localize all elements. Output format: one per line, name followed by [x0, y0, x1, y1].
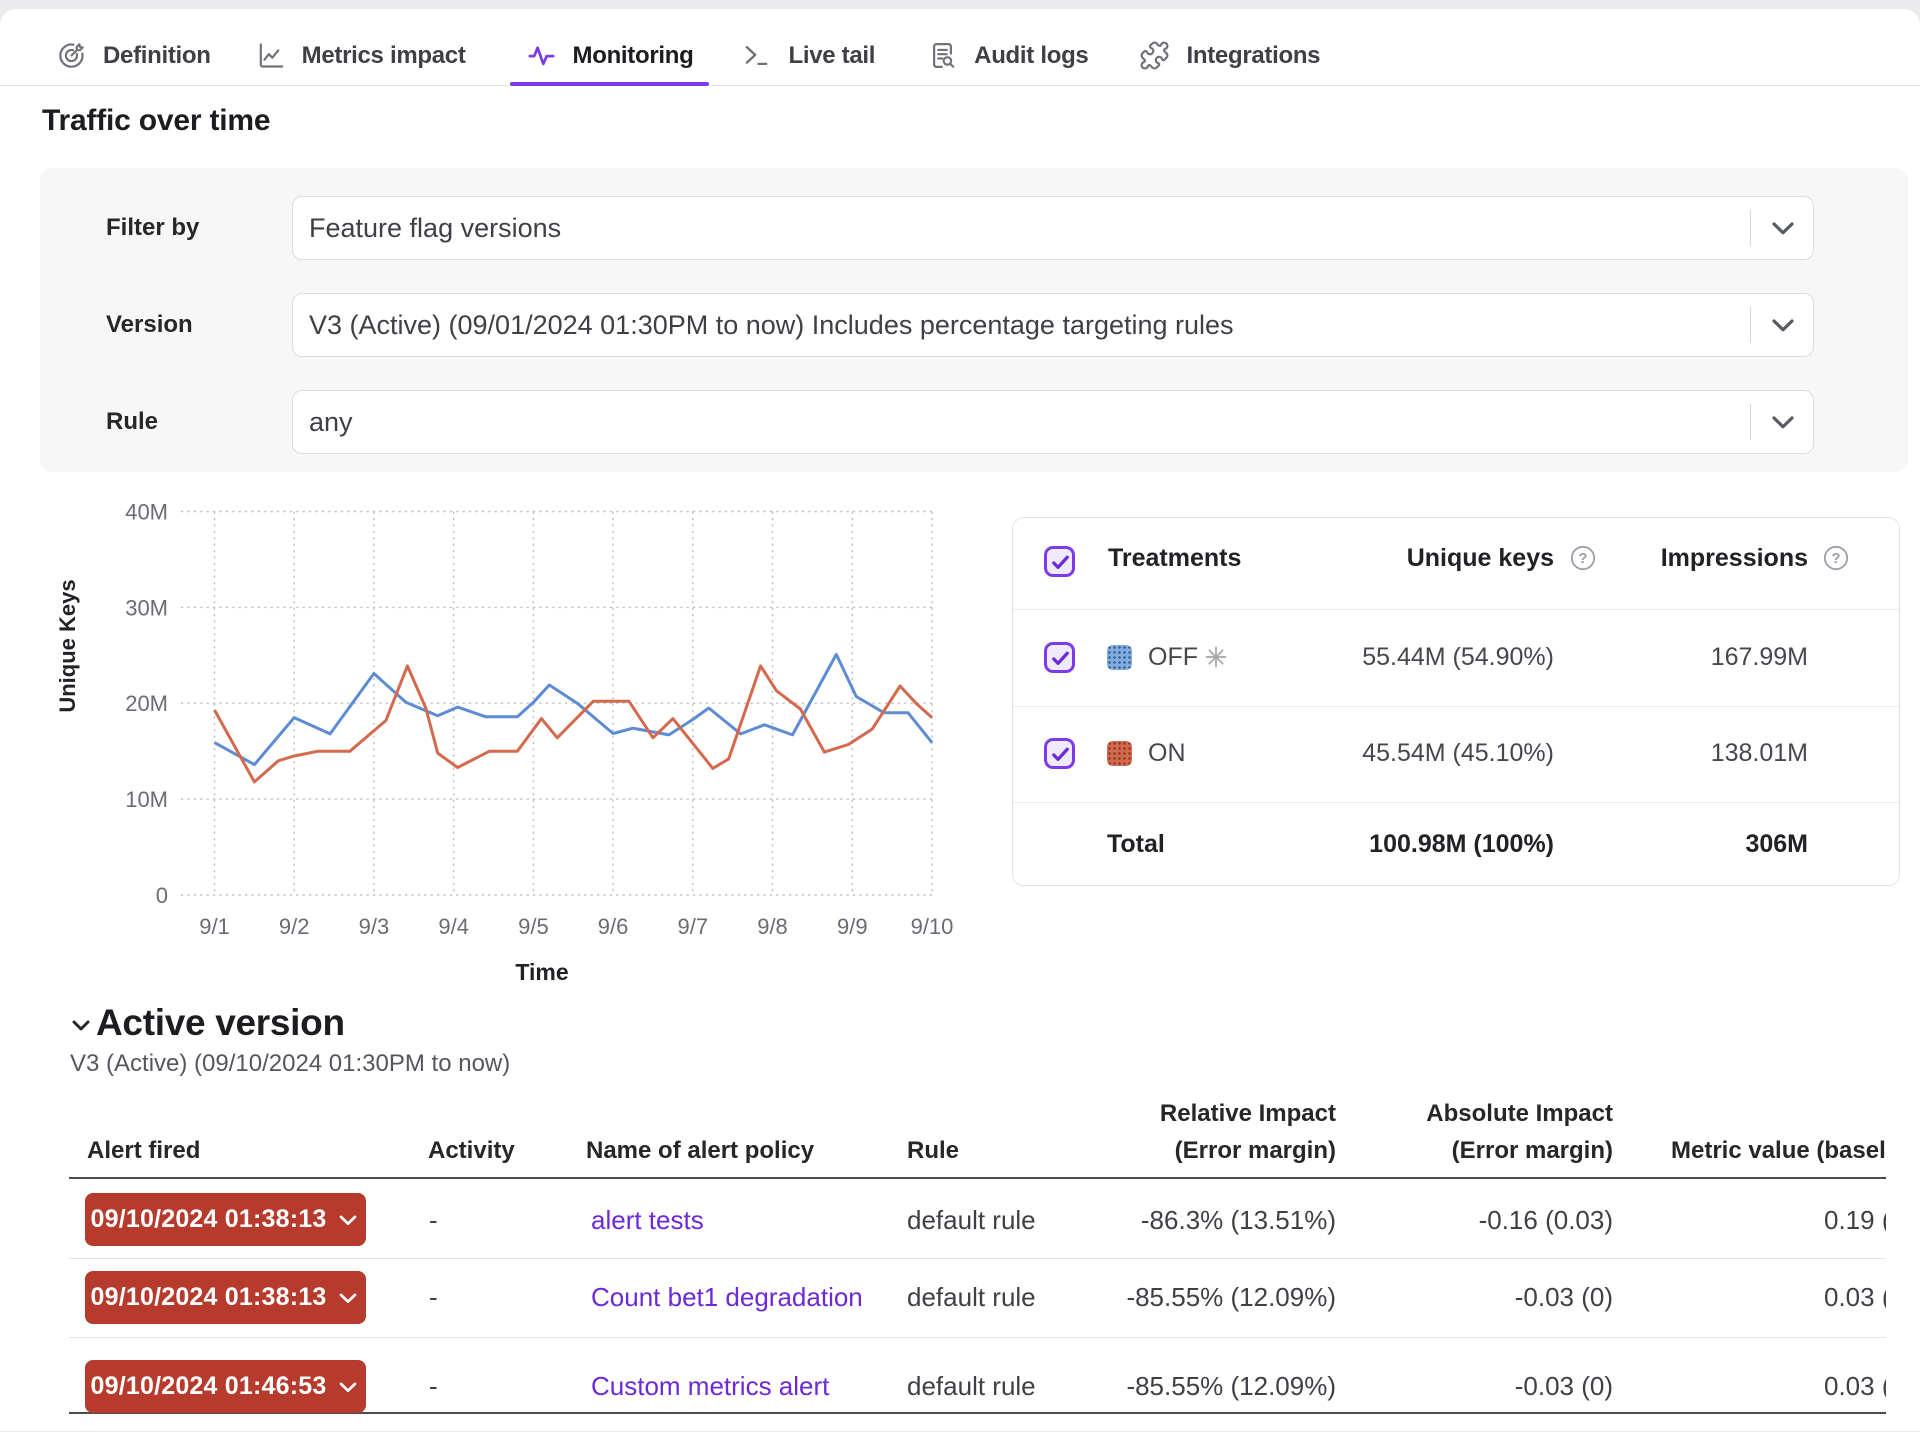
svg-text:9/6: 9/6	[598, 914, 629, 939]
svg-text:0: 0	[156, 883, 168, 908]
svg-text:9/8: 9/8	[757, 914, 788, 939]
svg-text:?: ?	[1831, 550, 1840, 567]
svg-text:30M: 30M	[125, 595, 168, 620]
svg-text:40M: 40M	[125, 500, 168, 525]
svg-text:9/3: 9/3	[359, 914, 390, 939]
svg-text:Time: Time	[515, 959, 568, 985]
svg-text:9/10: 9/10	[911, 914, 954, 939]
svg-text:9/4: 9/4	[438, 914, 469, 939]
svg-text:9/2: 9/2	[279, 914, 310, 939]
svg-text:Unique Keys: Unique Keys	[55, 579, 80, 712]
svg-text:9/1: 9/1	[199, 914, 230, 939]
svg-text:9/7: 9/7	[678, 914, 709, 939]
svg-text:9/9: 9/9	[837, 914, 868, 939]
svg-text:10M: 10M	[125, 787, 168, 812]
svg-text:20M: 20M	[125, 691, 168, 716]
svg-text:9/5: 9/5	[518, 914, 549, 939]
svg-text:?: ?	[1578, 550, 1587, 567]
